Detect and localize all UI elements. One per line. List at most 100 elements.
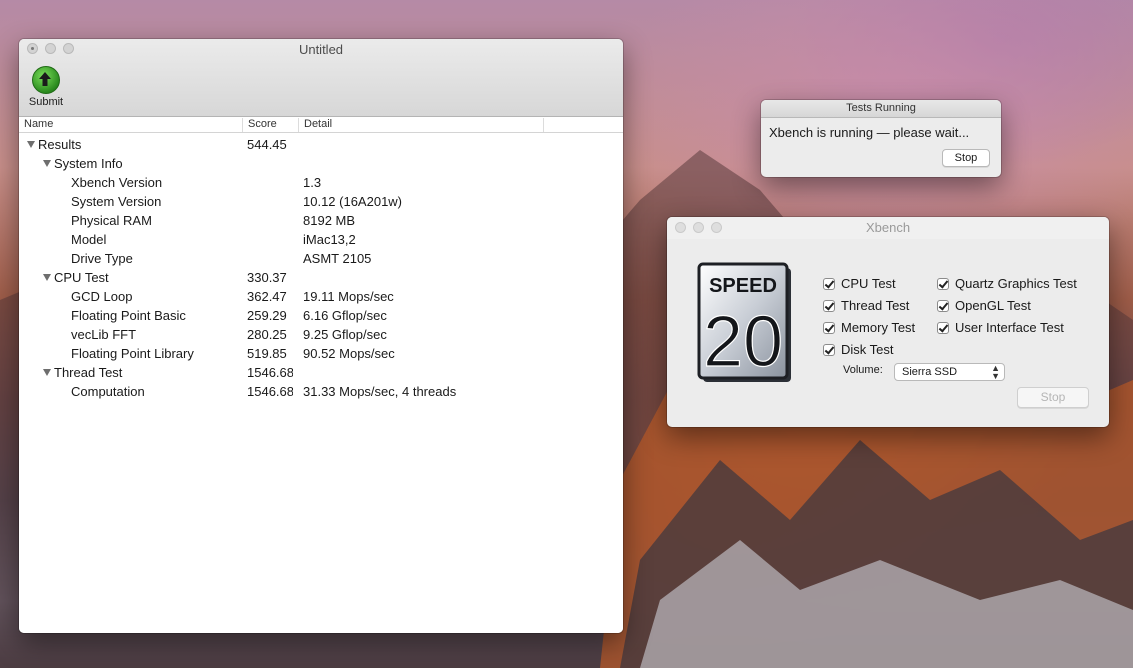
row-score: 330.37 [247,270,287,285]
row-detail: 31.33 Mops/sec, 4 threads [303,384,457,399]
row-name: System Info [43,154,123,173]
test-checkbox[interactable]: Thread Test [823,297,909,315]
checkmark-icon[interactable] [937,300,949,312]
row-name: System Version [71,192,161,211]
checkmark-icon[interactable] [823,300,835,312]
table-header: Name Score Detail [19,117,623,133]
table-row[interactable]: Results 544.45 [19,135,623,154]
row-name-label: System Info [54,156,123,171]
volume-select[interactable]: Sierra SSD ▲ ▼ [894,363,1005,381]
table-row[interactable]: GCD Loop 362.47 19.11 Mops/sec [19,287,623,306]
disclosure-triangle-icon[interactable] [27,141,35,149]
row-name: vecLib FFT [71,325,136,344]
results-outline[interactable]: Name Score Detail Results 544.45 System In… [19,117,623,633]
submit-label: Submit [28,96,64,108]
row-name-label: Model [71,232,107,247]
updown-arrows-icon: ▲ ▼ [991,363,1000,381]
stop-button[interactable]: Stop [942,149,990,167]
row-detail: 9.25 Gflop/sec [303,327,387,342]
row-detail: 10.12 (16A201w) [303,194,403,209]
logo-number: 20 [703,302,783,382]
row-name: Results [27,135,81,154]
xbench-stop-button[interactable]: Stop [1017,387,1089,408]
volume-value: Sierra SSD [902,366,958,378]
row-name-label: vecLib FFT [71,327,137,342]
row-score: 259.29 [247,308,287,323]
disclosure-triangle-icon[interactable] [43,369,51,377]
row-name: CPU Test [43,268,109,287]
title-bar: Tests Running [761,100,1001,118]
table-row[interactable]: CPU Test 330.37 [19,268,623,287]
table-row[interactable]: Thread Test 1546.68 [19,363,623,382]
test-checkbox[interactable]: Quartz Graphics Test [937,275,1077,293]
row-detail: 19.11 Mops/sec [303,289,394,304]
row-name: GCD Loop [71,287,132,306]
table-body: Results 544.45 System Info Xbench Version 1.… [19,133,623,401]
row-name: Floating Point Basic [71,306,186,325]
checkbox-label: Disk Test [841,342,894,357]
row-name: Drive Type [71,249,133,268]
checkbox-label: Quartz Graphics Test [955,276,1077,291]
table-row[interactable]: Computation 1546.68 31.33 Mops/sec, 4 thre… [19,382,623,401]
row-name-label: Thread Test [54,365,123,380]
column-header-name[interactable]: Name [19,118,243,132]
row-name-label: Floating Point Basic [71,308,186,323]
row-name-label: CPU Test [54,270,109,285]
table-row[interactable]: Xbench Version 1.3 [19,173,623,192]
test-checkbox[interactable]: Disk Test [823,341,894,359]
table-row[interactable]: vecLib FFT 280.25 9.25 Gflop/sec [19,325,623,344]
window-title: Untitled [298,42,344,57]
checkbox-label: OpenGL Test [955,298,1031,313]
test-checkbox[interactable]: CPU Test [823,275,896,293]
checkmark-icon[interactable] [823,322,835,334]
row-score: 362.47 [247,289,287,304]
test-checkbox[interactable]: OpenGL Test [937,297,1031,315]
logo-speed-text: SPEED [709,275,777,297]
row-detail: 6.16 Gflop/sec [303,308,387,323]
column-header-detail[interactable]: Detail [299,118,544,132]
title-bar: Xbench [667,217,1109,239]
row-name: Model [71,230,106,249]
row-name-label: Xbench Version [71,175,163,190]
table-row[interactable]: Model iMac13,2 [19,230,623,249]
test-checkbox[interactable]: Memory Test [823,319,915,337]
results-window: Untitled Submit Name Score Detail Result… [19,39,623,633]
upload-arrow-icon [32,66,60,94]
tests-running-window: Tests Running Xbench is running — please… [761,100,1001,177]
window-title: Xbench [865,220,911,235]
checkmark-icon[interactable] [823,344,835,356]
row-detail: iMac13,2 [303,232,356,247]
table-row[interactable]: Drive Type ASMT 2105 [19,249,623,268]
row-name-label: Computation [71,384,145,399]
row-name: Xbench Version [71,173,162,192]
table-row[interactable]: Floating Point Basic 259.29 6.16 Gflop/sec [19,306,623,325]
row-name-label: System Version [71,194,162,209]
table-row[interactable]: System Info [19,154,623,173]
xbench-window: Xbench SPEED 20 CPU Test Thread Test Memor… [667,217,1109,427]
checkmark-icon[interactable] [823,278,835,290]
disclosure-triangle-icon[interactable] [43,274,51,282]
row-name: Physical RAM [71,211,152,230]
row-score: 544.45 [247,137,287,152]
submit-button[interactable]: Submit [26,66,66,108]
test-checkbox[interactable]: User Interface Test [937,319,1064,337]
checkmark-icon[interactable] [937,278,949,290]
row-name-label: Physical RAM [71,213,152,228]
disclosure-triangle-icon[interactable] [43,160,51,168]
checkbox-label: CPU Test [841,276,896,291]
row-name-label: Drive Type [71,251,133,266]
table-row[interactable]: Floating Point Library 519.85 90.52 Mops/s… [19,344,623,363]
row-detail: 90.52 Mops/sec [303,346,395,361]
speed-logo: SPEED 20 [697,262,791,383]
row-detail: 1.3 [303,175,322,190]
volume-label: Volume: [843,364,883,376]
table-row[interactable]: Physical RAM 8192 MB [19,211,623,230]
checkmark-icon[interactable] [937,322,949,334]
row-score: 1546.68 [247,384,293,399]
row-score: 1546.68 [247,365,293,380]
row-detail: 8192 MB [303,213,356,228]
toolbar: Untitled Submit [19,39,623,117]
row-score: 280.25 [247,327,287,342]
table-row[interactable]: System Version 10.12 (16A201w) [19,192,623,211]
column-header-score[interactable]: Score [243,118,299,132]
